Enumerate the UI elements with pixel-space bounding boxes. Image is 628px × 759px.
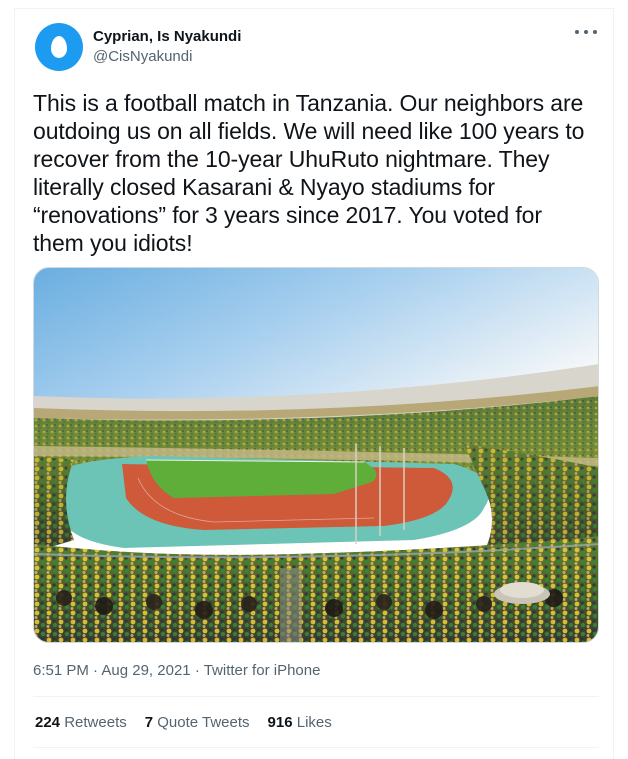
tweet-source-link[interactable]: Twitter for iPhone <box>204 662 321 679</box>
retweets-stat[interactable]: 224 Retweets <box>35 713 127 733</box>
author-handle[interactable]: @CisNyakundi <box>93 47 241 67</box>
tweet-stats: 224 Retweets 7 Quote Tweets 916 Likes <box>35 713 332 733</box>
quote-tweets-stat[interactable]: 7 Quote Tweets <box>145 713 250 733</box>
retweets-count: 224 <box>35 714 61 731</box>
likes-label: Likes <box>296 714 332 731</box>
retweets-label: Retweets <box>64 714 127 731</box>
tweet-time-link[interactable]: 6:51 PM <box>33 662 89 679</box>
quote-tweets-label: Quote Tweets <box>157 714 250 731</box>
egg-avatar-icon <box>51 36 67 58</box>
more-dot-icon <box>575 30 579 34</box>
avatar[interactable] <box>35 23 83 71</box>
tweet-meta: 6:51 PM · Aug 29, 2021 · Twitter for iPh… <box>33 661 320 681</box>
stadium-photo-image <box>34 268 598 642</box>
divider <box>33 747 599 748</box>
quote-tweets-count: 7 <box>144 714 154 731</box>
tweet-photo[interactable] <box>33 267 599 643</box>
meta-separator: · <box>93 662 99 679</box>
more-dot-icon <box>593 30 597 34</box>
tweet-date-link[interactable]: Aug 29, 2021 <box>101 662 190 679</box>
author-display-name[interactable]: Cyprian, Is Nyakundi <box>93 27 241 47</box>
author-block: Cyprian, Is Nyakundi @CisNyakundi <box>93 27 241 67</box>
likes-stat[interactable]: 916 Likes <box>268 713 332 733</box>
meta-separator: · <box>194 662 200 679</box>
tweet-card: Cyprian, Is Nyakundi @CisNyakundi This i… <box>14 8 614 759</box>
likes-count: 916 <box>267 714 293 731</box>
tweet-text: This is a football match in Tanzania. Ou… <box>33 90 585 256</box>
more-dot-icon <box>584 30 588 34</box>
divider <box>33 696 599 697</box>
more-options-button[interactable] <box>575 23 597 41</box>
